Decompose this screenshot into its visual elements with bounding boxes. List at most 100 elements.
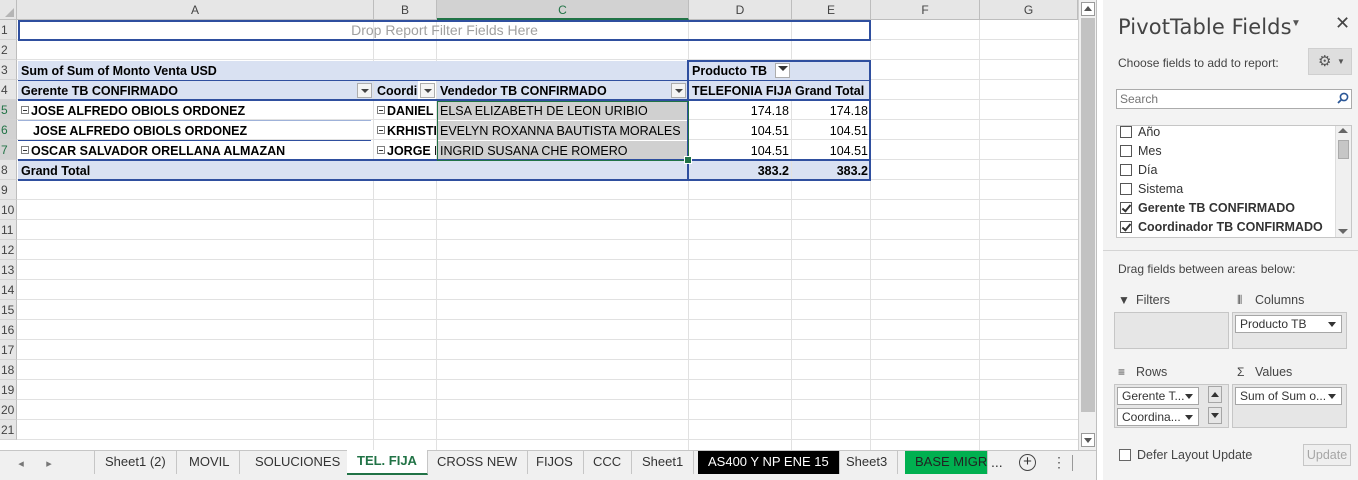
field-item-ano[interactable]: Año [1120,126,1160,142]
column-header-a[interactable]: A [17,0,374,20]
row-header[interactable]: 15 [0,300,17,320]
rows-field-chip[interactable]: Gerente T... [1117,387,1199,405]
row-header[interactable]: 17 [0,340,17,360]
row-header[interactable]: 6 [0,120,17,140]
collapse-icon[interactable] [377,106,385,114]
row-header[interactable]: 16 [0,320,17,340]
collapse-icon[interactable] [377,126,385,134]
rows-drop-area[interactable]: Gerente T... Coordina... [1114,384,1229,428]
row-header[interactable]: 1 [0,20,17,40]
pivot-value-cell[interactable]: 104.51 [689,141,791,161]
field-item-coordinador[interactable]: Coordinador TB CONFIRMADO [1120,218,1323,237]
field-item-sistema[interactable]: Sistema [1120,180,1183,199]
scroll-up-arrow-icon[interactable] [1208,386,1222,403]
column-header-d[interactable]: D [689,0,792,20]
sheet-tab[interactable]: SOLUCIONES [245,451,352,474]
collapse-icon[interactable] [21,146,29,154]
defer-checkbox[interactable] [1119,449,1131,461]
scroll-down-arrow-icon[interactable] [1208,407,1222,424]
columns-drop-area[interactable]: Producto TB [1232,312,1347,349]
vendedor-filter-dropdown-icon[interactable] [671,83,686,98]
pivot-row-coordinador[interactable]: KRHISTE [374,121,436,141]
sheet-tab[interactable]: Sheet1 [632,451,695,474]
scroll-down-arrow-icon[interactable] [1081,433,1095,447]
sheet-tab[interactable]: FIJOS [526,451,584,474]
add-sheet-icon[interactable]: + [1019,454,1036,471]
row-header[interactable]: 5 [0,100,17,120]
pivot-row-gerente[interactable]: JOSE ALFREDO OBIOLS ORDONEZ [18,121,373,141]
sheet-tab[interactable]: Sheet3 [836,451,899,474]
sheet-tab[interactable]: Sheet1 (2) [94,451,177,474]
collapse-icon[interactable] [21,106,29,114]
column-item-telefonia-fija[interactable]: TELEFONIA FIJA [689,81,791,100]
pivot-row-gerente[interactable]: JOSE ALFREDO OBIOLS ORDONEZ [18,101,373,121]
search-icon[interactable] [1337,92,1349,104]
row-header[interactable]: 9 [0,180,17,200]
grand-total-total[interactable]: 383.2 [792,161,870,180]
sheet-tab[interactable]: BASE MIGRA [905,451,988,474]
worksheet-grid[interactable]: A B C D E F G 1 2 3 4 5 6 7 8 9 10 11 12… [0,0,1078,450]
row-field-gerente-header[interactable]: Gerente TB CONFIRMADO [18,81,373,100]
values-field-chip[interactable]: Sum of Sum o... [1235,387,1342,405]
grand-total-value[interactable]: 383.2 [689,161,791,180]
rows-field-chip[interactable]: Coordina... [1117,408,1199,426]
pivot-row-vendedor[interactable]: INGRID SUSANA CHE ROMERO [437,141,688,160]
pane-options-dropdown-icon[interactable]: ▼ [1291,18,1301,29]
column-header-e[interactable]: E [792,0,871,20]
pane-divider[interactable] [1103,250,1358,251]
field-checkbox-checked[interactable] [1120,221,1132,233]
pivot-values-header[interactable]: Sum of Sum of Monto Venta USD [18,61,688,80]
field-checkbox[interactable] [1120,183,1132,195]
tab-scroll-right-icon[interactable]: ▸ [38,453,60,475]
row-header[interactable]: 19 [0,380,17,400]
row-header[interactable]: 11 [0,220,17,240]
column-filter-funnel-icon[interactable] [775,63,790,78]
close-icon[interactable]: ✕ [1335,13,1350,34]
row-header[interactable]: 7 [0,140,17,160]
sheet-tab[interactable]: CROSS NEW [427,451,529,474]
field-checkbox[interactable] [1120,126,1132,138]
field-search-input[interactable] [1116,89,1352,109]
pivot-row-coordinador[interactable]: DANIEL [374,101,436,121]
row-header[interactable]: 14 [0,280,17,300]
field-checkbox-checked[interactable] [1120,202,1132,214]
field-item-mes[interactable]: Mes [1120,142,1162,161]
scroll-down-arrow-icon[interactable] [1338,229,1348,234]
row-header[interactable]: 8 [0,160,17,180]
scroll-up-arrow-icon[interactable] [1081,2,1095,16]
collapse-icon[interactable] [377,146,385,154]
pivot-row-total-cell[interactable]: 104.51 [792,141,870,161]
chevron-down-icon[interactable] [1185,394,1193,399]
pivot-row-total-cell[interactable]: 104.51 [792,121,870,141]
row-header[interactable]: 4 [0,80,17,100]
pivot-row-coordinador[interactable]: JORGE L [374,141,436,161]
tools-gear-button[interactable]: ⚙ ▼ [1308,48,1352,75]
update-button[interactable]: Update [1303,444,1351,466]
pivot-row-gerente[interactable]: OSCAR SALVADOR ORELLANA ALMAZAN [18,141,373,161]
values-drop-area[interactable]: Sum of Sum o... [1232,384,1347,428]
sheet-tab-active[interactable]: TEL. FIJA [347,450,428,475]
sheet-tab[interactable]: MOVIL [179,451,241,474]
row-header[interactable]: 20 [0,400,17,420]
pivot-value-cell[interactable]: 104.51 [689,121,791,141]
row-header[interactable]: 21 [0,420,17,440]
scroll-thumb[interactable] [1338,140,1349,159]
column-header-b[interactable]: B [374,0,437,20]
field-item-gerente[interactable]: Gerente TB CONFIRMADO [1120,199,1295,218]
column-header-c[interactable]: C [437,0,689,20]
tab-scroll-left-icon[interactable]: ◂ [10,453,32,475]
field-item-dia[interactable]: Día [1120,161,1157,180]
drop-report-filter-area[interactable]: Drop Report Filter Fields Here [18,20,871,41]
defer-layout-update[interactable]: Defer Layout Update [1119,448,1252,462]
sheet-tab[interactable]: CCC [583,451,633,474]
pivot-row-vendedor[interactable]: EVELYN ROXANNA BAUTISTA MORALES [437,121,688,140]
row-header[interactable]: 2 [0,40,17,60]
pivot-value-cell[interactable]: 174.18 [689,101,791,121]
chevron-down-icon[interactable] [1328,394,1336,399]
chevron-down-icon[interactable] [1328,322,1336,327]
row-field-vendedor-header[interactable]: Vendedor TB CONFIRMADO [437,81,688,100]
sheet-tab[interactable]: AS400 Y NP ENE 15 [698,451,840,474]
field-list[interactable]: Año Mes Día Sistema Gerente TB CONFIRMAD… [1116,125,1352,238]
chevron-down-icon[interactable] [1185,415,1193,420]
field-list-scrollbar[interactable] [1335,126,1351,237]
